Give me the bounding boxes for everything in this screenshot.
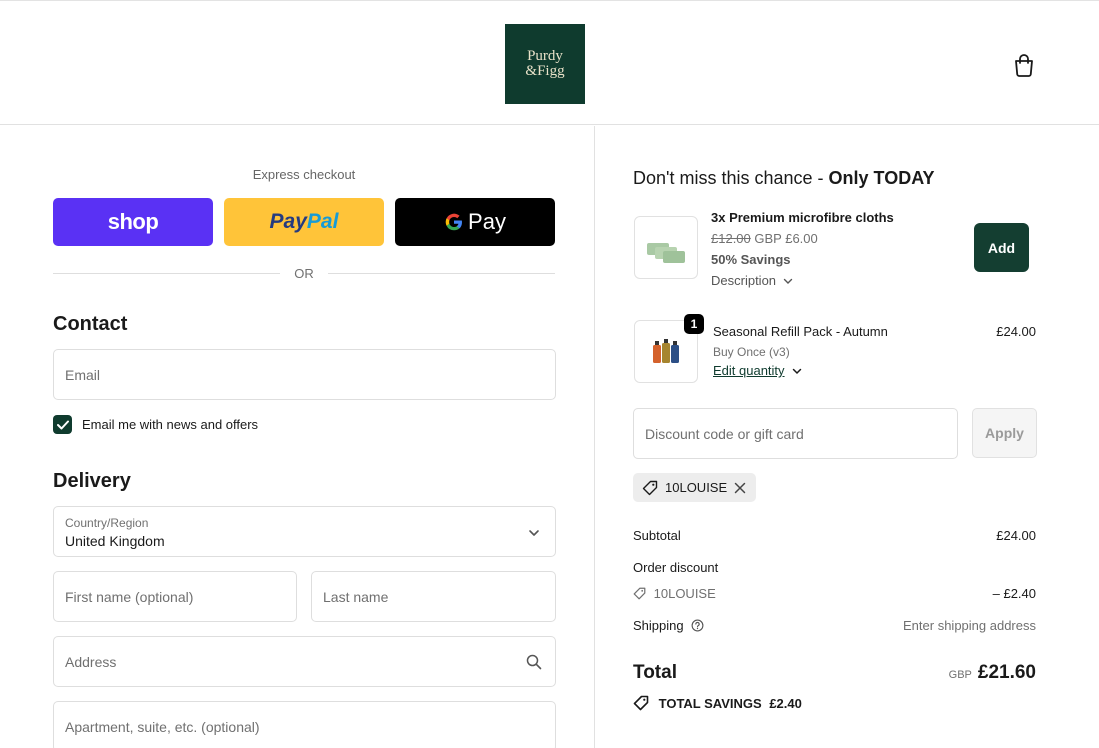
- shipping-label: Shipping: [633, 618, 684, 633]
- delivery-title: Delivery: [53, 470, 131, 492]
- country-label: Country/Region: [65, 516, 149, 530]
- cart-item-price: £24.00: [996, 324, 1036, 339]
- newsletter-label: Email me with news and offers: [82, 417, 259, 432]
- checkout-form: Express checkout shop Pay Pal Pay OR Cont…: [0, 126, 594, 748]
- upsell-product-image[interactable]: [634, 216, 698, 279]
- checkmark-icon: [56, 420, 69, 429]
- divider-right: [328, 273, 555, 274]
- shipping-label-row: Shipping: [633, 618, 704, 633]
- total-savings-label: TOTAL SAVINGS: [658, 696, 762, 711]
- shopping-bag-icon[interactable]: [1013, 53, 1035, 77]
- apply-discount-button[interactable]: Apply: [972, 408, 1037, 458]
- last-name-field[interactable]: Last name: [311, 571, 556, 622]
- applied-discount-chip: 10LOUISE: [633, 473, 756, 502]
- logo-line-2: &Figg: [525, 63, 565, 79]
- first-name-field[interactable]: First name (optional): [53, 571, 297, 622]
- quantity-badge: 1: [684, 314, 704, 334]
- discount-code-placeholder: Discount code or gift card: [645, 425, 804, 442]
- order-discount-code-text: 10LOUISE: [653, 586, 716, 601]
- paypal-label-part2: Pal: [306, 210, 339, 233]
- total-savings-row: TOTAL SAVINGS £2.40: [633, 695, 802, 711]
- tag-icon: [633, 587, 646, 600]
- address-placeholder: Address: [65, 653, 117, 670]
- newsletter-checkbox[interactable]: [53, 415, 72, 434]
- first-name-placeholder: First name (optional): [65, 588, 194, 605]
- paypal-button[interactable]: Pay Pal: [224, 198, 384, 246]
- header: Purdy &Figg: [0, 0, 1099, 125]
- cart-item-name: Seasonal Refill Pack - Autumn: [713, 324, 888, 339]
- express-checkout-title: Express checkout: [252, 167, 356, 182]
- country-value: United Kingdom: [65, 533, 165, 549]
- chevron-down-icon: [792, 368, 802, 375]
- email-placeholder: Email: [65, 366, 101, 383]
- upsell-title-prefix: Don't miss this chance -: [633, 168, 829, 188]
- google-pay-label: Pay: [468, 209, 506, 234]
- order-discount-code: 10LOUISE: [633, 586, 716, 601]
- upsell-title-bold: Only TODAY: [828, 168, 935, 188]
- google-pay-button[interactable]: Pay: [395, 198, 555, 246]
- chevron-down-icon: [529, 530, 539, 536]
- google-g-icon: [445, 213, 463, 231]
- applied-discount-code: 10LOUISE: [665, 480, 728, 495]
- description-label: Description: [711, 273, 777, 288]
- address-field[interactable]: Address: [53, 636, 556, 687]
- shop-pay-button[interactable]: shop: [53, 198, 213, 246]
- total-label: Total: [633, 662, 677, 683]
- search-icon[interactable]: [526, 654, 542, 670]
- tag-icon: [642, 480, 658, 496]
- shop-pay-label: shop: [107, 209, 159, 234]
- edit-quantity-label: Edit quantity: [713, 363, 785, 378]
- order-discount-label: Order discount: [633, 560, 719, 575]
- order-discount-value: – £2.40: [992, 586, 1036, 601]
- total-currency: GBP: [948, 669, 972, 681]
- total-value-row: GBP £21.60: [949, 662, 1036, 684]
- apartment-field[interactable]: Apartment, suite, etc. (optional): [53, 701, 556, 748]
- upsell-new-price: GBP £6.00: [754, 231, 818, 246]
- upsell-old-price: £12.00: [711, 231, 751, 246]
- upsell-description-toggle[interactable]: Description: [711, 273, 793, 288]
- paypal-label-part1: Pay: [269, 210, 307, 233]
- upsell-title: Don't miss this chance - Only TODAY: [633, 168, 935, 189]
- discount-code-field[interactable]: Discount code or gift card: [633, 408, 958, 459]
- contact-title: Contact: [53, 313, 128, 335]
- subtotal-label: Subtotal: [633, 528, 681, 543]
- divider-left: [53, 273, 280, 274]
- upsell-product-name: 3x Premium microfibre cloths: [711, 210, 894, 225]
- cart-item-variant: Buy Once (v3): [713, 345, 790, 359]
- last-name-placeholder: Last name: [323, 588, 389, 605]
- tag-icon: [633, 695, 649, 711]
- close-icon[interactable]: [734, 482, 746, 494]
- apartment-placeholder: Apartment, suite, etc. (optional): [65, 718, 260, 735]
- chevron-down-icon: [783, 278, 792, 284]
- help-circle-icon[interactable]: [691, 619, 704, 632]
- add-upsell-button[interactable]: Add: [974, 223, 1029, 272]
- email-field[interactable]: Email: [53, 349, 556, 400]
- total-savings-value: £2.40: [769, 696, 802, 711]
- brand-logo[interactable]: Purdy &Figg: [505, 24, 585, 104]
- or-separator: OR: [294, 266, 314, 281]
- order-summary: Don't miss this chance - Only TODAY 3x P…: [594, 126, 1099, 748]
- upsell-savings: 50% Savings: [711, 252, 791, 267]
- logo-line-1: Purdy: [527, 48, 563, 64]
- edit-quantity-link[interactable]: Edit quantity: [713, 363, 802, 378]
- upsell-price: £12.00 GBP £6.00: [711, 231, 818, 246]
- microfibre-cloths-image: [647, 243, 685, 263]
- subtotal-value: £24.00: [996, 528, 1036, 543]
- total-value: £21.60: [977, 662, 1036, 683]
- country-select[interactable]: Country/Region United Kingdom: [53, 506, 556, 557]
- shipping-value: Enter shipping address: [903, 618, 1036, 633]
